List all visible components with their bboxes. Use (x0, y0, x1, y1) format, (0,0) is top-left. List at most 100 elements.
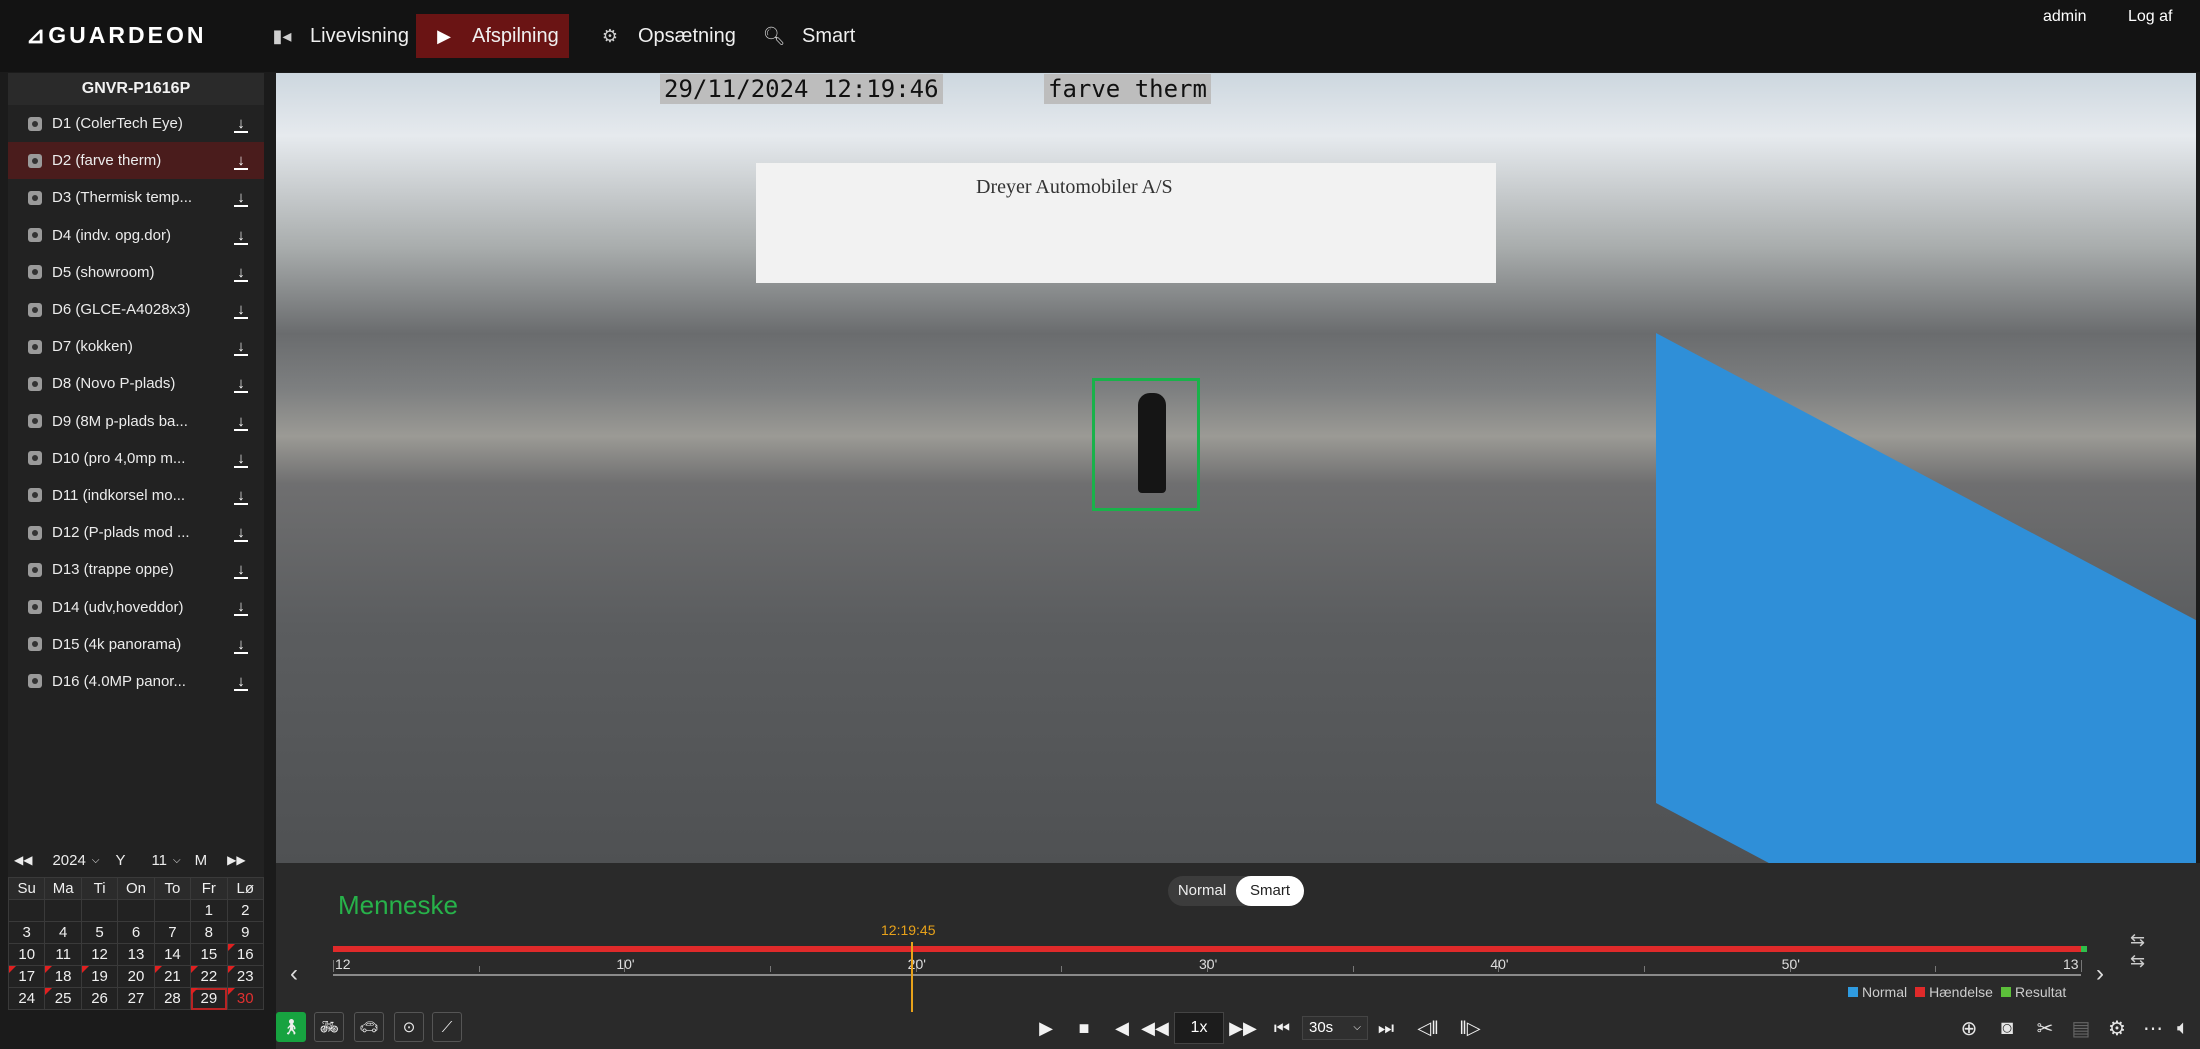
download-icon[interactable]: ↓ (234, 598, 248, 617)
settings-icon[interactable]: ⚙ (2102, 1014, 2132, 1042)
play-icon[interactable]: ▶ (1034, 1014, 1058, 1042)
download-icon[interactable]: ↓ (234, 115, 248, 133)
speed-up-icon[interactable]: ▶▶ (1228, 1014, 1258, 1042)
calendar-day[interactable]: 15 (190, 943, 228, 966)
month-select[interactable]: 11 (151, 852, 167, 869)
nav-livevisning[interactable]: ▮◂ Livevisning (254, 14, 419, 58)
frame-forward-icon[interactable]: ‖▷ (1456, 1014, 1484, 1042)
download-icon[interactable]: ↓ (234, 152, 248, 171)
channel-item[interactable]: D5 (showroom) ↓ (8, 254, 264, 291)
calendar-day[interactable]: 20 (117, 965, 155, 988)
calendar-day[interactable]: 4 (44, 921, 82, 944)
channel-item[interactable]: D7 (kokken) ↓ (8, 328, 264, 365)
nav-afspilning[interactable]: ▶ Afspilning (416, 14, 569, 58)
digital-zoom-icon[interactable]: ⊕ (1954, 1014, 1984, 1042)
download-icon[interactable]: ↓ (234, 487, 248, 505)
logout-link[interactable]: Log af (2128, 8, 2172, 26)
download-icon[interactable]: ↓ (234, 673, 248, 691)
channel-item[interactable]: D13 (trappe oppe) ↓ (8, 551, 264, 588)
calendar-day[interactable]: 18 (44, 965, 82, 988)
step-interval-select[interactable]: 30s ⌵ (1302, 1016, 1368, 1040)
channel-item[interactable]: D12 (P-plads mod ... ↓ (8, 514, 264, 551)
nav-smart[interactable]: 🔍︎ Smart (746, 14, 865, 58)
mode-toggle[interactable]: Normal Smart (1168, 876, 1304, 906)
next-month-icon[interactable]: ▶▶ (227, 853, 245, 867)
download-icon[interactable]: ↓ (234, 189, 248, 208)
calendar-day[interactable]: 11 (44, 943, 82, 966)
download-icon[interactable]: ↓ (234, 375, 248, 394)
calendar-day[interactable]: 6 (117, 921, 155, 944)
volume-icon[interactable]: 🔈︎ (2168, 1014, 2198, 1042)
channel-item[interactable]: D3 (Thermisk temp... ↓ (8, 179, 264, 216)
calendar-day[interactable]: 22 (190, 965, 228, 988)
slow-down-icon[interactable]: ◀◀ (1140, 1014, 1170, 1042)
calendar-day[interactable]: 21 (153, 965, 192, 988)
frame-back-icon[interactable]: ◁‖ (1414, 1014, 1442, 1042)
calendar-day[interactable]: 12 (80, 943, 119, 966)
calendar-day[interactable]: 27 (117, 987, 155, 1010)
step-back-icon[interactable]: ⏮ (1268, 1014, 1296, 1042)
calendar-day[interactable]: 9 (226, 921, 265, 944)
channel-item[interactable]: D6 (GLCE-A4028x3) ↓ (8, 291, 264, 328)
calendar-day[interactable]: 3 (7, 921, 46, 944)
calendar-day[interactable]: 10 (7, 943, 46, 966)
motion-filter-icon[interactable]: ⊙ (394, 1012, 424, 1042)
timeline-cursor[interactable] (911, 942, 913, 1012)
download-icon[interactable]: ↓ (234, 338, 248, 357)
calendar-day[interactable]: 5 (80, 921, 119, 944)
human-filter-icon[interactable]: 🚶︎ (276, 1012, 306, 1042)
channel-item[interactable]: D10 (pro 4,0mp m... ↓ (8, 440, 264, 477)
nav-opsaetning[interactable]: ⚙ Opsætning (582, 14, 746, 58)
calendar-day[interactable]: 23 (226, 965, 265, 988)
step-forward-icon[interactable]: ⏭ (1372, 1014, 1400, 1042)
prev-year-icon[interactable]: ◀◀ (14, 853, 32, 867)
more-icon[interactable]: ⋯ (2138, 1014, 2168, 1042)
calendar-day[interactable]: 28 (153, 987, 192, 1010)
channel-item[interactable]: D15 (4k panorama) ↓ (8, 626, 264, 663)
channel-item[interactable]: D14 (udv,hoveddor) ↓ (8, 588, 264, 625)
vehicle-filter-icon[interactable]: 🚗︎ (354, 1012, 384, 1042)
download-icon[interactable]: ↓ (234, 450, 248, 468)
calendar-day[interactable]: 2 (226, 899, 265, 922)
calendar-day[interactable]: 30 (226, 987, 265, 1010)
mode-smart-button[interactable]: Smart (1236, 876, 1304, 906)
calendar-day[interactable]: 1 (190, 899, 228, 922)
channel-item[interactable]: D4 (indv. opg.dor) ↓ (8, 217, 264, 254)
calendar-day[interactable]: 14 (153, 943, 192, 966)
mode-normal-button[interactable]: Normal (1168, 876, 1236, 906)
calendar-day[interactable]: 24 (7, 987, 46, 1010)
channel-item[interactable]: D8 (Novo P-plads) ↓ (8, 365, 264, 402)
reverse-play-icon[interactable]: ◀ (1110, 1014, 1134, 1042)
calendar-day[interactable]: 17 (7, 965, 46, 988)
calendar-day[interactable]: 25 (44, 987, 82, 1010)
stop-icon[interactable]: ■ (1072, 1014, 1096, 1042)
timeline-prev-icon[interactable]: ‹ (290, 960, 298, 988)
download-icon[interactable]: ↓ (234, 561, 248, 580)
download-icon[interactable]: ↓ (234, 636, 248, 654)
calendar-day[interactable]: 8 (190, 921, 228, 944)
line-filter-icon[interactable]: ⟋ (432, 1012, 462, 1042)
calendar-day[interactable]: 19 (80, 965, 119, 988)
download-icon[interactable]: ↓ (234, 301, 248, 319)
channel-item[interactable]: D16 (4.0MP panor... ↓ (8, 663, 264, 700)
calendar-day[interactable]: 7 (153, 921, 192, 944)
snapshot-icon[interactable]: ◙ (1992, 1014, 2022, 1042)
channel-item[interactable]: D9 (8M p-plads ba... ↓ (8, 403, 264, 440)
timeline-next-icon[interactable]: › (2096, 960, 2104, 988)
download-icon[interactable]: ↓ (234, 524, 248, 543)
download-icon[interactable]: ↓ (234, 264, 248, 282)
calendar-day[interactable]: 26 (80, 987, 119, 1010)
video-view[interactable]: Dreyer Automobiler A/S 29/11/2024 12:19:… (276, 73, 2196, 863)
channel-item[interactable]: D2 (farve therm) ↓ (8, 142, 264, 180)
year-select[interactable]: 2024 (52, 852, 85, 869)
calendar-day[interactable]: 16 (226, 943, 265, 966)
timeline-zoom-icon[interactable]: ⇆ ⇆ (2130, 930, 2145, 972)
clip-icon[interactable]: ✂ (2030, 1014, 2060, 1042)
channel-item[interactable]: D1 (ColerTech Eye) ↓ (8, 105, 264, 142)
download-icon[interactable]: ↓ (234, 413, 248, 431)
download-icon[interactable]: ↓ (234, 227, 248, 245)
timeline[interactable]: 12 10' 20' 30' 40' 50' 13 12:19:45 (333, 922, 2087, 1012)
save-icon[interactable]: ▤ (2066, 1014, 2096, 1042)
channel-item[interactable]: D11 (indkorsel mo... ↓ (8, 477, 264, 514)
calendar-day[interactable]: 13 (117, 943, 155, 966)
